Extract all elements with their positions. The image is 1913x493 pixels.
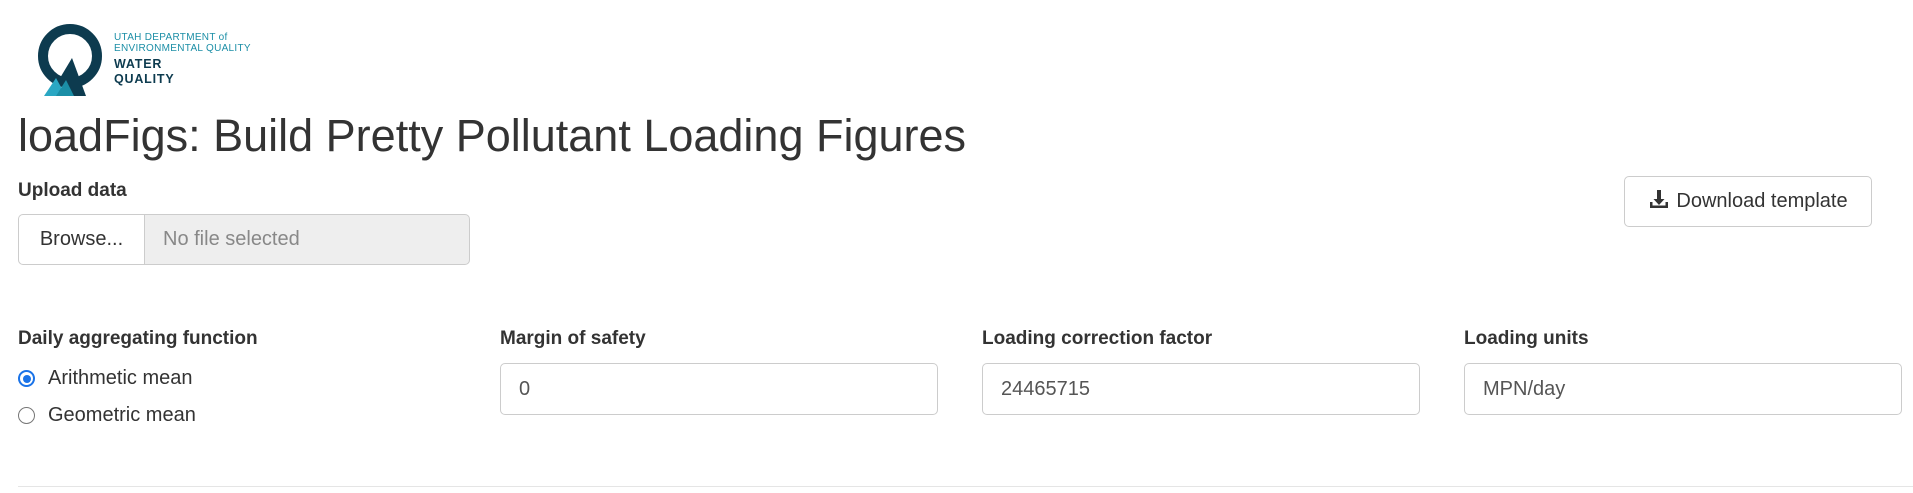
radio-label[interactable]: Arithmetic mean [48,367,193,390]
loading-units-input[interactable] [1464,363,1902,415]
water-quality-logo-mark [38,24,102,96]
logo-line-2: ENVIRONMENTAL QUALITY [114,43,251,54]
logo-line-3: WATER [114,57,163,71]
loading-correction-factor-label: Loading correction factor [982,328,1213,349]
download-template-button[interactable]: Download template [1624,176,1872,227]
margin-of-safety-label: Margin of safety [500,328,646,349]
utah-deq-logo: UTAH DEPARTMENT of ENVIRONMENTAL QUALITY… [36,18,266,98]
radio-button-checked[interactable] [18,370,35,387]
browse-button[interactable]: Browse... [18,214,144,265]
margin-of-safety-input[interactable] [500,363,938,415]
aggregation-label: Daily aggregating function [18,328,258,349]
radio-label[interactable]: Geometric mean [48,404,196,427]
download-template-label: Download template [1676,190,1848,212]
download-icon [1648,188,1670,216]
section-divider [18,486,1913,487]
file-upload-group[interactable]: Browse... No file selected [18,214,470,265]
logo-line-4: QUALITY [114,72,175,86]
upload-data-label: Upload data [18,180,127,201]
radio-geometric-mean[interactable]: Geometric mean [18,404,196,427]
file-name-field[interactable]: No file selected [144,214,470,265]
radio-arithmetic-mean[interactable]: Arithmetic mean [18,367,193,390]
logo-line-1: UTAH DEPARTMENT of [114,32,228,43]
loading-correction-factor-input[interactable] [982,363,1420,415]
loading-units-label: Loading units [1464,328,1589,349]
radio-button-unchecked[interactable] [18,407,35,424]
page-title: loadFigs: Build Pretty Pollutant Loading… [18,110,967,161]
